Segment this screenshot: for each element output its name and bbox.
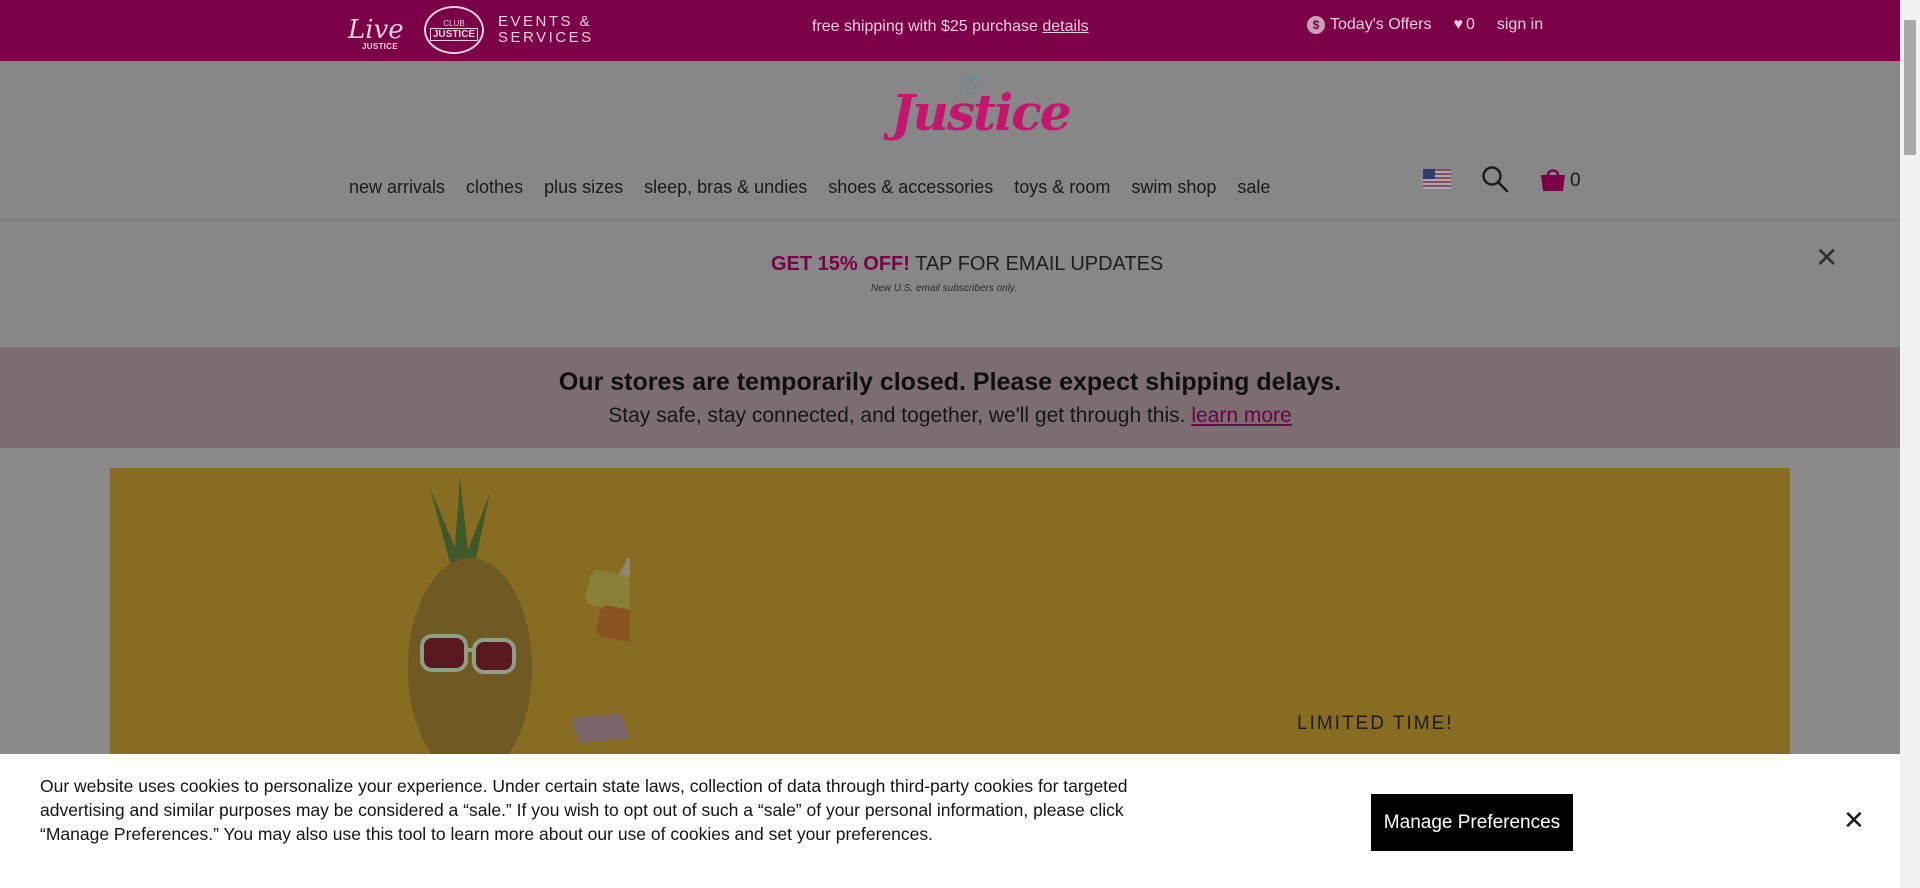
nav-sale[interactable]: sale: [1237, 177, 1270, 198]
site-header: Justice ♡ new arrivals clothes plus size…: [0, 61, 1900, 221]
manage-preferences-button[interactable]: Manage Preferences: [1371, 794, 1573, 851]
wishlist-count: 0: [1465, 16, 1475, 33]
email-offer-highlight: GET 15% OFF!: [771, 253, 910, 275]
todays-offers-label: Today's Offers: [1330, 16, 1432, 33]
header-icons: 0: [1423, 165, 1581, 193]
main-nav: new arrivals clothes plus sizes sleep, b…: [349, 177, 1270, 198]
account-links: $ Today's Offers ♥ 0 sign in: [1307, 16, 1543, 34]
live-logo-sub: JUSTICE: [362, 42, 398, 51]
cart-count: 0: [1570, 170, 1581, 191]
live-justice-logo[interactable]: Live JUSTICE: [348, 15, 410, 51]
justice-logo[interactable]: Justice ♡: [891, 71, 1072, 142]
brand-logos: Live JUSTICE CLUB JUSTICE EVENTS & SERVI…: [348, 6, 594, 54]
nav-toys-room[interactable]: toys & room: [1014, 177, 1110, 198]
store-notice-text: Stay safe, stay connected, and together,…: [608, 404, 1186, 427]
events-line-2: SERVICES: [498, 29, 594, 46]
nav-swim-shop[interactable]: swim shop: [1131, 177, 1216, 198]
cookie-consent-text: Our website uses cookies to personalize …: [40, 776, 1128, 844]
shipping-details-link[interactable]: details: [1042, 18, 1088, 35]
email-signup-banner[interactable]: GET 15% OFF! TAP FOR EMAIL UPDATES New U…: [0, 221, 1900, 347]
nav-new-arrivals[interactable]: new arrivals: [349, 177, 445, 198]
store-notice-title: Our stores are temporarily closed. Pleas…: [558, 368, 1342, 396]
todays-offers-link[interactable]: $ Today's Offers: [1307, 16, 1431, 34]
scrollbar-thumb[interactable]: [1904, 20, 1916, 155]
events-services-link[interactable]: EVENTS & SERVICES: [498, 14, 594, 46]
dollar-icon: $: [1307, 16, 1325, 34]
cart-button[interactable]: 0: [1539, 166, 1581, 192]
search-icon[interactable]: [1481, 165, 1509, 193]
nav-clothes[interactable]: clothes: [466, 177, 523, 198]
close-icon[interactable]: ✕: [1815, 241, 1838, 274]
email-offer-text: TAP FOR EMAIL UPDATES: [915, 253, 1164, 275]
live-logo-text: Live: [348, 15, 404, 45]
cookie-consent-banner: Our website uses cookies to personalize …: [0, 754, 1900, 888]
shipping-promo: free shipping with $25 purchase details: [812, 18, 1089, 36]
shopping-bag-icon: [1541, 169, 1565, 191]
cookie-close-icon[interactable]: ✕: [1843, 806, 1865, 836]
heart-icon: ♥: [1453, 16, 1463, 33]
club-logo-main: JUSTICE: [429, 28, 479, 41]
nav-shoes-accessories[interactable]: shoes & accessories: [828, 177, 993, 198]
page-scrollbar[interactable]: [1900, 0, 1920, 888]
justice-logo-text: Justice: [891, 83, 1072, 142]
events-line-1: EVENTS &: [498, 13, 593, 30]
wishlist-link[interactable]: ♥ 0: [1453, 16, 1474, 34]
club-justice-logo[interactable]: CLUB JUSTICE: [424, 6, 484, 54]
logo-heart-icon: ♡: [959, 71, 980, 100]
top-promo-bar: Live JUSTICE CLUB JUSTICE EVENTS & SERVI…: [0, 0, 1900, 61]
nav-sleep-bras-undies[interactable]: sleep, bras & undies: [644, 177, 807, 198]
us-flag-icon[interactable]: [1423, 169, 1451, 189]
email-offer[interactable]: GET 15% OFF! TAP FOR EMAIL UPDATES: [771, 253, 1163, 276]
club-logo-top: CLUB: [443, 19, 465, 28]
email-fine-print: New U.S. email subscribers only.: [871, 283, 1017, 294]
nav-plus-sizes[interactable]: plus sizes: [544, 177, 623, 198]
shipping-text: free shipping with $25 purchase: [812, 18, 1038, 35]
sign-in-link[interactable]: sign in: [1497, 16, 1543, 34]
hero-limited-time: LIMITED TIME!: [1297, 713, 1454, 734]
store-closure-notice: Our stores are temporarily closed. Pleas…: [0, 347, 1900, 448]
learn-more-link[interactable]: learn more: [1191, 404, 1291, 427]
store-notice-subtitle: Stay safe, stay connected, and together,…: [0, 404, 1900, 428]
